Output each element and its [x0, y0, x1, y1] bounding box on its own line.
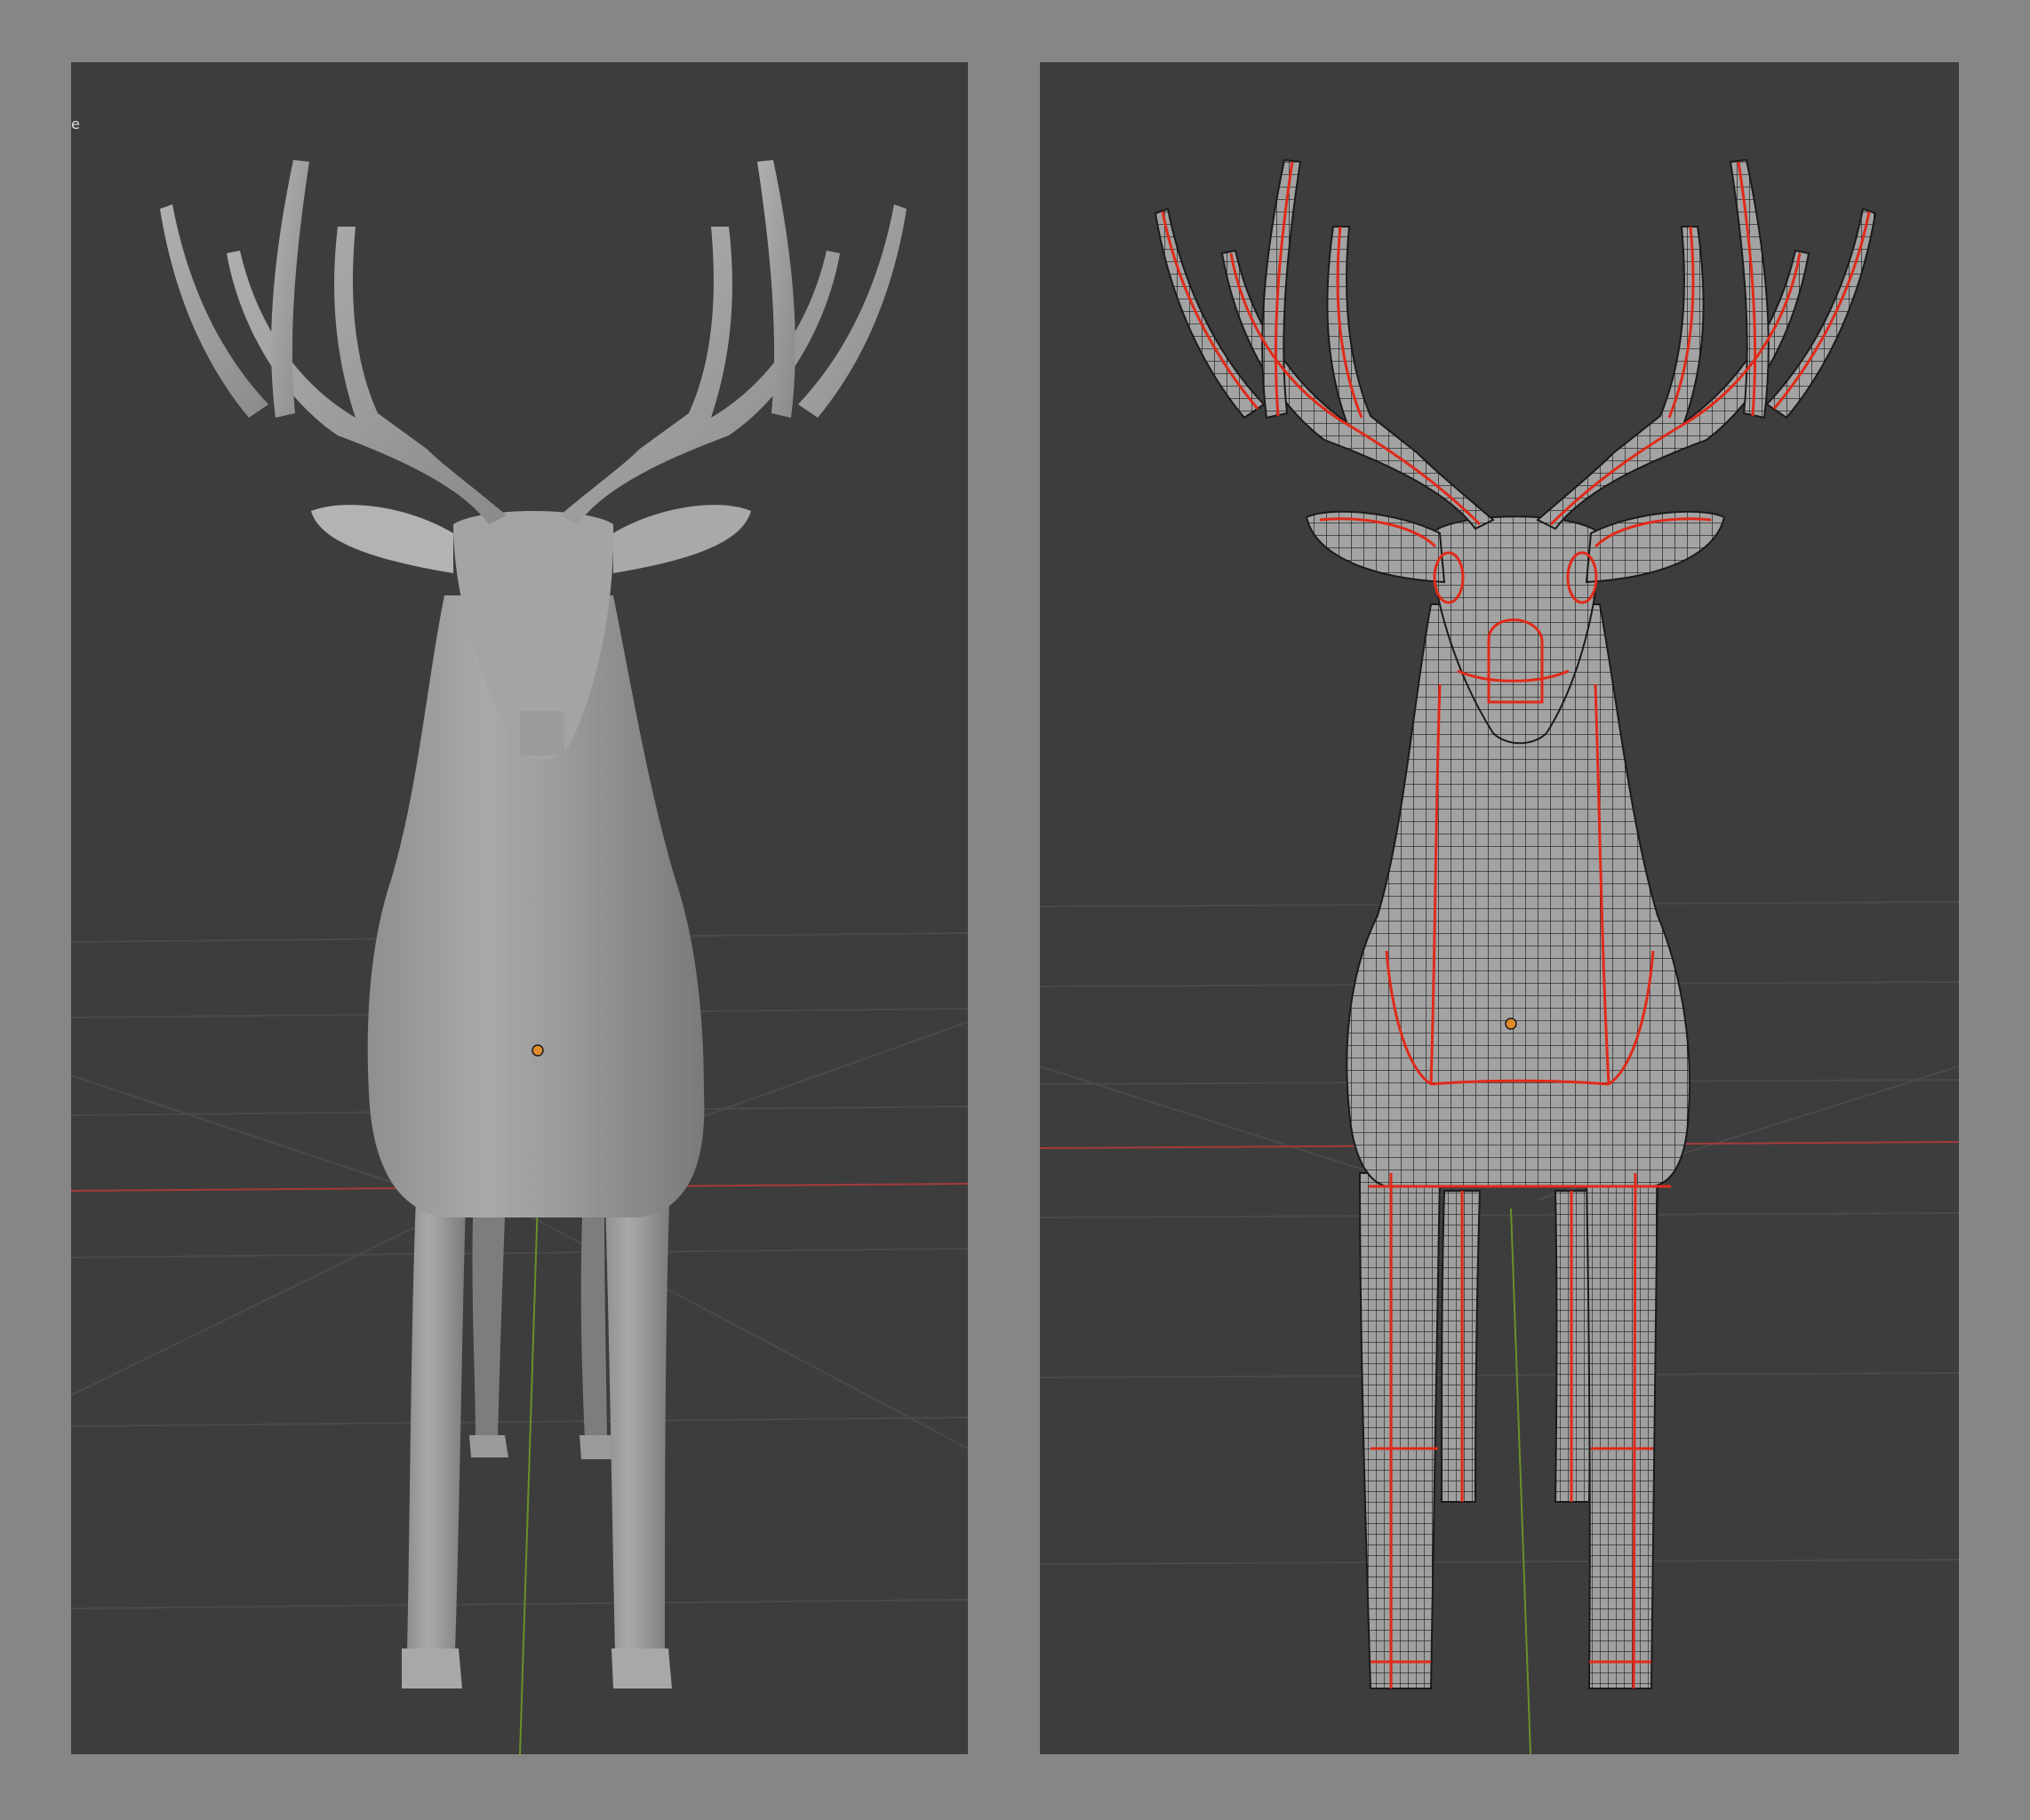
y-axis-line — [1510, 1208, 1531, 1754]
deer-mesh-wireframe — [1154, 158, 1877, 1689]
origin-dot-icon — [1505, 1018, 1517, 1030]
origin-dot-icon — [531, 1044, 544, 1057]
y-axis-line — [519, 1199, 539, 1754]
viewport-wireframe[interactable] — [1040, 62, 1959, 1754]
viewport-solid-canvas[interactable] — [71, 62, 968, 1754]
deer-mesh-solid — [160, 160, 907, 1688]
viewport-solid[interactable]: e — [71, 62, 968, 1754]
viewport-wireframe-canvas[interactable] — [1040, 62, 1959, 1754]
